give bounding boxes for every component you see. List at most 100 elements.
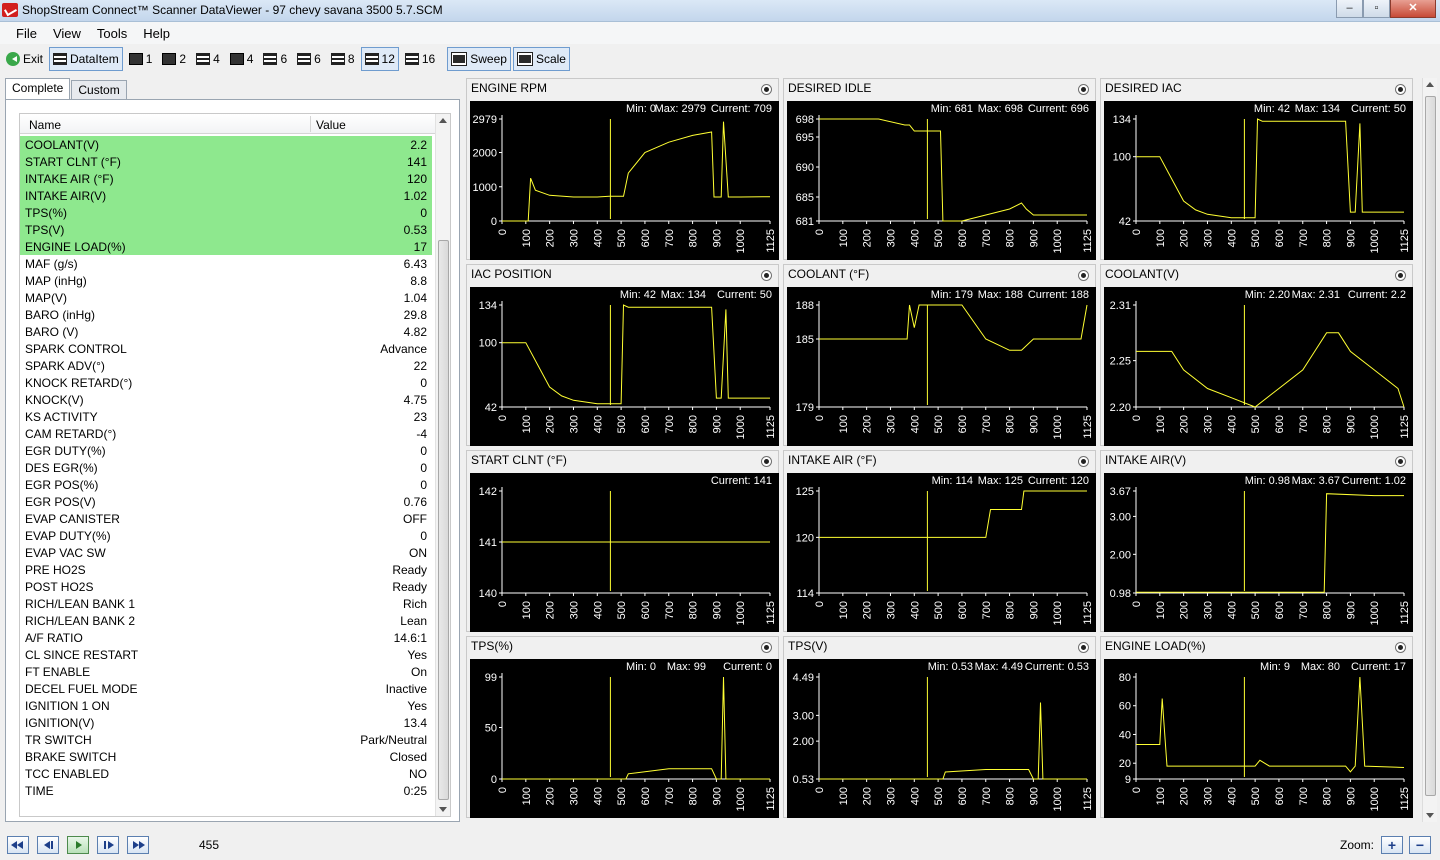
chart-panel[interactable]: TPS(V) Current: 0.53 Max: 4.49 Min: 0.53 4.4… xyxy=(783,636,1096,818)
layout-6-rows-button[interactable]: 6 xyxy=(259,47,291,71)
list-item[interactable]: SPARK ADV(°) 22 xyxy=(20,357,432,374)
chart-panel[interactable]: ENGINE RPM Current: 709 Max: 2979 Min: 0 297… xyxy=(466,78,779,260)
list-item[interactable]: EVAP VAC SW ON xyxy=(20,544,432,561)
list-item[interactable]: EVAP CANISTER OFF xyxy=(20,510,432,527)
chart-panel[interactable]: DESIRED IAC Current: 50 Max: 134 Min: 42 134… xyxy=(1100,78,1413,260)
list-item[interactable]: ENGINE LOAD(%) 17 xyxy=(20,238,432,255)
list-item[interactable]: BARO (inHg) 29.8 xyxy=(20,306,432,323)
step-back-button[interactable] xyxy=(37,836,59,854)
chart-panel[interactable]: DESIRED IDLE Current: 696 Max: 698 Min: 681… xyxy=(783,78,1096,260)
list-item[interactable]: DECEL FUEL MODE Inactive xyxy=(20,680,432,697)
list-item[interactable]: TPS(V) 0.53 xyxy=(20,221,432,238)
list-item[interactable]: POST HO2S Ready xyxy=(20,578,432,595)
chart-panel[interactable]: TPS(%) Current: 0 Max: 99 Min: 0 99 50 0 0 100 20… xyxy=(466,636,779,818)
chart-panel[interactable]: START CLNT (°F) Current: 141 142 141 140 0 100… xyxy=(466,450,779,632)
list-item[interactable]: MAP (inHg) 8.8 xyxy=(20,272,432,289)
chart-panel[interactable]: ENGINE LOAD(%) Current: 17 Max: 80 Min: 9 80… xyxy=(1100,636,1413,818)
list-item[interactable]: MAP(V) 1.04 xyxy=(20,289,432,306)
layout-2-button[interactable]: 2 xyxy=(158,47,190,71)
list-item[interactable]: SPARK CONTROL Advance xyxy=(20,340,432,357)
menu-view[interactable]: View xyxy=(45,26,89,41)
chart-select-radio[interactable] xyxy=(1078,456,1089,467)
menu-help[interactable]: Help xyxy=(135,26,178,41)
chart-select-radio[interactable] xyxy=(1395,642,1406,653)
data-item-list[interactable]: Name Value COOLANT(V) 2.2 START CLNT (°F) 1… xyxy=(19,113,451,817)
list-item[interactable]: RICH/LEAN BANK 2 Lean xyxy=(20,612,432,629)
layout-6-grid-button[interactable]: 6 xyxy=(293,47,325,71)
scroll-thumb[interactable] xyxy=(438,240,449,800)
chart-select-radio[interactable] xyxy=(761,84,772,95)
list-item[interactable]: A/F RATIO 14.6:1 xyxy=(20,629,432,646)
list-item[interactable]: KNOCK(V) 4.75 xyxy=(20,391,432,408)
dataitem-button[interactable]: DataItem xyxy=(49,47,123,71)
chart-panel[interactable]: INTAKE AIR(V) Current: 1.02 Max: 3.67 Min: … xyxy=(1100,450,1413,632)
list-item[interactable]: MAF (g/s) 6.43 xyxy=(20,255,432,272)
scale-button[interactable]: Scale xyxy=(512,47,570,71)
list-item[interactable]: CL SINCE RESTART Yes xyxy=(20,646,432,663)
layout-12-button[interactable]: 12 xyxy=(360,47,399,71)
step-forward-button[interactable] xyxy=(97,836,119,854)
sweep-button[interactable]: Sweep xyxy=(447,47,511,71)
chart-panel[interactable]: IAC POSITION Current: 50 Max: 134 Min: 42 13… xyxy=(466,264,779,446)
first-frame-button[interactable] xyxy=(7,836,29,854)
scroll-up-icon[interactable] xyxy=(439,118,447,123)
list-item[interactable]: RICH/LEAN BANK 1 Rich xyxy=(20,595,432,612)
chart-select-radio[interactable] xyxy=(761,642,772,653)
list-item[interactable]: BARO (V) 4.82 xyxy=(20,323,432,340)
close-button[interactable]: ✕ xyxy=(1390,0,1436,18)
column-header-name[interactable]: Name xyxy=(29,118,61,132)
list-item[interactable]: TPS(%) 0 xyxy=(20,204,432,221)
chart-select-radio[interactable] xyxy=(1078,642,1089,653)
menu-tools[interactable]: Tools xyxy=(89,26,135,41)
list-item[interactable]: EGR DUTY(%) 0 xyxy=(20,442,432,459)
column-divider[interactable] xyxy=(310,116,311,132)
layout-4-grid-button[interactable]: 4 xyxy=(226,47,258,71)
chart-select-radio[interactable] xyxy=(761,456,772,467)
list-scrollbar[interactable] xyxy=(435,114,450,816)
list-item[interactable]: EGR POS(%) 0 xyxy=(20,476,432,493)
minimize-button[interactable]: – xyxy=(1336,0,1363,18)
list-item[interactable]: CAM RETARD(°) -4 xyxy=(20,425,432,442)
list-item[interactable]: EVAP DUTY(%) 0 xyxy=(20,527,432,544)
menu-file[interactable]: File xyxy=(8,26,45,41)
tab-custom[interactable]: Custom xyxy=(71,80,127,100)
chart-select-radio[interactable] xyxy=(1078,270,1089,281)
list-item[interactable]: BRAKE SWITCH Closed xyxy=(20,748,432,765)
list-item[interactable]: INTAKE AIR (°F) 120 xyxy=(20,170,432,187)
layout-16-button[interactable]: 16 xyxy=(401,47,439,71)
list-item[interactable]: FT ENABLE On xyxy=(20,663,432,680)
chart-select-radio[interactable] xyxy=(1395,456,1406,467)
list-item[interactable]: IGNITION 1 ON Yes xyxy=(20,697,432,714)
scroll-down-icon[interactable] xyxy=(1426,813,1434,818)
scroll-down-icon[interactable] xyxy=(439,807,447,812)
layout-1-button[interactable]: 1 xyxy=(125,47,157,71)
scroll-thumb[interactable] xyxy=(1425,96,1436,796)
zoom-in-button[interactable]: + xyxy=(1381,836,1403,854)
list-item[interactable]: IGNITION(V) 13.4 xyxy=(20,714,432,731)
play-button[interactable] xyxy=(67,836,89,854)
last-frame-button[interactable] xyxy=(127,836,149,854)
list-item[interactable]: TCC ENABLED NO xyxy=(20,765,432,782)
chart-panel[interactable]: INTAKE AIR (°F) Current: 120 Max: 125 Min: … xyxy=(783,450,1096,632)
list-item[interactable]: KNOCK RETARD(°) 0 xyxy=(20,374,432,391)
chart-panel[interactable]: COOLANT (°F) Current: 188 Max: 188 Min: 179… xyxy=(783,264,1096,446)
list-item[interactable]: COOLANT(V) 2.2 xyxy=(20,136,432,153)
layout-4-rows-button[interactable]: 4 xyxy=(192,47,224,71)
list-item[interactable]: TIME 0:25 xyxy=(20,782,432,799)
layout-8-button[interactable]: 8 xyxy=(327,47,359,71)
chart-select-radio[interactable] xyxy=(1395,84,1406,95)
list-item[interactable]: START CLNT (°F) 141 xyxy=(20,153,432,170)
exit-button[interactable]: Exit xyxy=(2,47,47,71)
list-item[interactable]: KS ACTIVITY 23 xyxy=(20,408,432,425)
list-item[interactable]: DES EGR(%) 0 xyxy=(20,459,432,476)
chart-select-radio[interactable] xyxy=(1078,84,1089,95)
chart-select-radio[interactable] xyxy=(761,270,772,281)
list-item[interactable]: INTAKE AIR(V) 1.02 xyxy=(20,187,432,204)
chart-select-radio[interactable] xyxy=(1395,270,1406,281)
chart-scrollbar[interactable] xyxy=(1422,78,1437,822)
list-item[interactable]: EGR POS(V) 0.76 xyxy=(20,493,432,510)
scroll-up-icon[interactable] xyxy=(1426,82,1434,87)
column-header-value[interactable]: Value xyxy=(316,118,346,132)
tab-complete[interactable]: Complete xyxy=(5,78,71,100)
maximize-button[interactable]: ▫ xyxy=(1363,0,1390,18)
